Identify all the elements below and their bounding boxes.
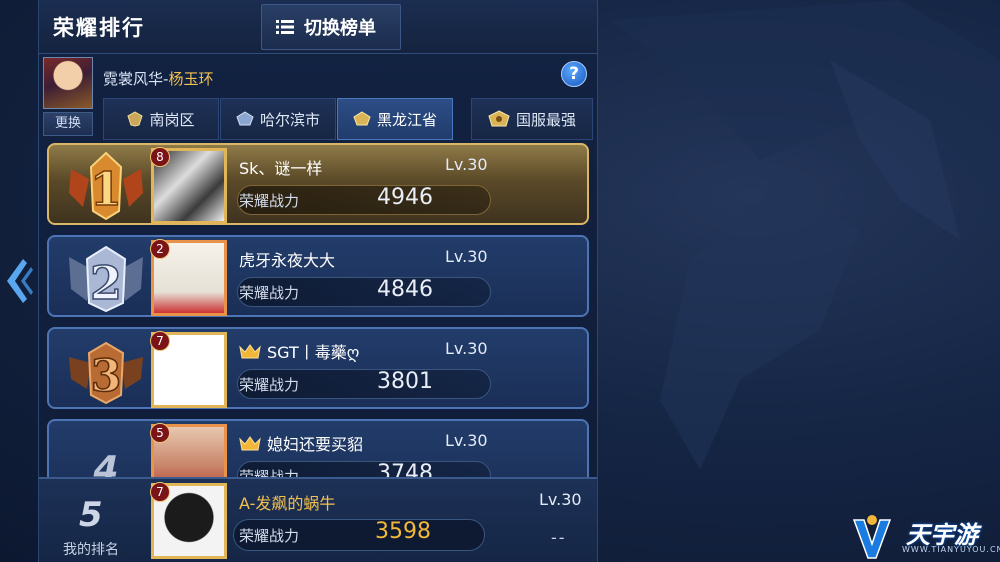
player-name: 虎牙永夜大大 [239, 251, 336, 270]
rank-2-silver-badge-icon: 2 [69, 245, 143, 313]
my-rank-number: 5 [79, 495, 103, 535]
panel-header: 荣耀排行 切换榜单 [39, 0, 597, 54]
power-label: 荣耀战力 [239, 376, 300, 394]
rank-number: 2 [90, 256, 122, 310]
player-name: 媳妇还要买貂 [239, 431, 363, 455]
hero-avatar[interactable] [43, 57, 93, 109]
player-name: SGT丨毒藥ღ [239, 339, 359, 363]
region-shield-icon [236, 111, 254, 126]
power-label: 荣耀战力 [239, 284, 300, 302]
power-value: 4846 [377, 277, 433, 302]
my-rank-bar: 5 我的排名 7 A-发飙的蜗牛 Lv.30 荣耀战力 3598 -- [39, 477, 597, 562]
tab-label: 黑龙江省 [376, 110, 437, 129]
badge-level: 5 [150, 423, 170, 443]
rank-number: 1 [90, 162, 122, 216]
player-level: Lv.30 [445, 155, 488, 174]
ranking-row[interactable]: 2 2 虎牙永夜大大 Lv.30 荣耀战力 4846 [47, 235, 589, 317]
region-shield-icon [353, 111, 371, 126]
my-power-value: 3598 [375, 519, 431, 544]
ranking-row[interactable]: 1 8 Sk、谜一样 Lv.30 荣耀战力 4946 [47, 143, 589, 225]
switch-leaderboard-label: 切换榜单 [304, 18, 376, 39]
player-level: Lv.30 [445, 247, 488, 266]
badge-level: 7 [150, 482, 170, 502]
player-portrait[interactable]: 8 [150, 147, 227, 224]
power-label: 荣耀战力 [239, 192, 300, 210]
my-player-level: Lv.30 [539, 490, 582, 509]
crown-icon [239, 436, 261, 451]
ranking-row[interactable]: 3 7 SGT丨毒藥ღ Lv.30 荣耀战力 3801 [47, 327, 589, 409]
tab-label: 国服最强 [515, 110, 576, 129]
player-level: Lv.30 [445, 431, 488, 450]
region-shield-icon [127, 111, 144, 127]
player-portrait[interactable]: 2 [150, 239, 227, 316]
badge-level: 8 [150, 147, 170, 167]
tab-city[interactable]: 哈尔滨市 [220, 98, 336, 140]
badge-level: 7 [150, 331, 170, 351]
tab-district[interactable]: 南岗区 [103, 98, 219, 140]
tab-national[interactable]: 国服最强 [471, 98, 593, 140]
tab-province[interactable]: 黑龙江省 [337, 98, 453, 140]
player-portrait[interactable]: 7 [150, 331, 227, 408]
crown-shield-icon [488, 110, 510, 127]
back-arrow-icon[interactable] [3, 255, 33, 307]
replace-hero-button[interactable]: 更换 [43, 112, 93, 136]
hero-name: 霓裳风华-杨玉环 [103, 68, 213, 89]
badge-level: 2 [150, 239, 170, 259]
player-name-text: SGT丨毒藥ღ [267, 343, 360, 362]
player-level: Lv.30 [445, 339, 488, 358]
power-value: 4946 [377, 185, 433, 210]
player-name: Sk、谜一样 [239, 159, 323, 178]
watermark-url: WWW.TIANYUYOU.CN [902, 545, 1000, 554]
rank-1-gold-badge-icon: 1 [69, 151, 143, 221]
player-name-text: 媳妇还要买貂 [267, 435, 364, 454]
hero-title: 霓裳风华 [103, 70, 164, 88]
crown-icon [239, 344, 261, 359]
tab-label: 哈尔滨市 [259, 110, 320, 129]
rank-3-bronze-badge-icon: 3 [69, 341, 143, 405]
switch-leaderboard-button[interactable]: 切换榜单 [261, 4, 401, 50]
list-icon [276, 20, 294, 34]
tab-label: 南岗区 [149, 110, 195, 129]
rank-change: -- [551, 528, 567, 547]
my-portrait[interactable]: 7 [150, 482, 227, 559]
help-icon[interactable]: ? [561, 61, 587, 87]
power-value: 3801 [377, 369, 433, 394]
ranking-panel: 荣耀排行 切换榜单 更换 霓裳风华-杨玉环 ? 南岗区 哈尔滨市 黑龙江省 国服… [38, 0, 598, 562]
rank-number: 3 [91, 351, 122, 402]
my-power-label: 荣耀战力 [239, 527, 300, 545]
my-player-name: A-发飙的蜗牛 [239, 494, 336, 513]
hero-character: 杨玉环 [168, 70, 214, 88]
page-title: 荣耀排行 [53, 16, 145, 40]
my-rank-label: 我的排名 [63, 542, 119, 558]
